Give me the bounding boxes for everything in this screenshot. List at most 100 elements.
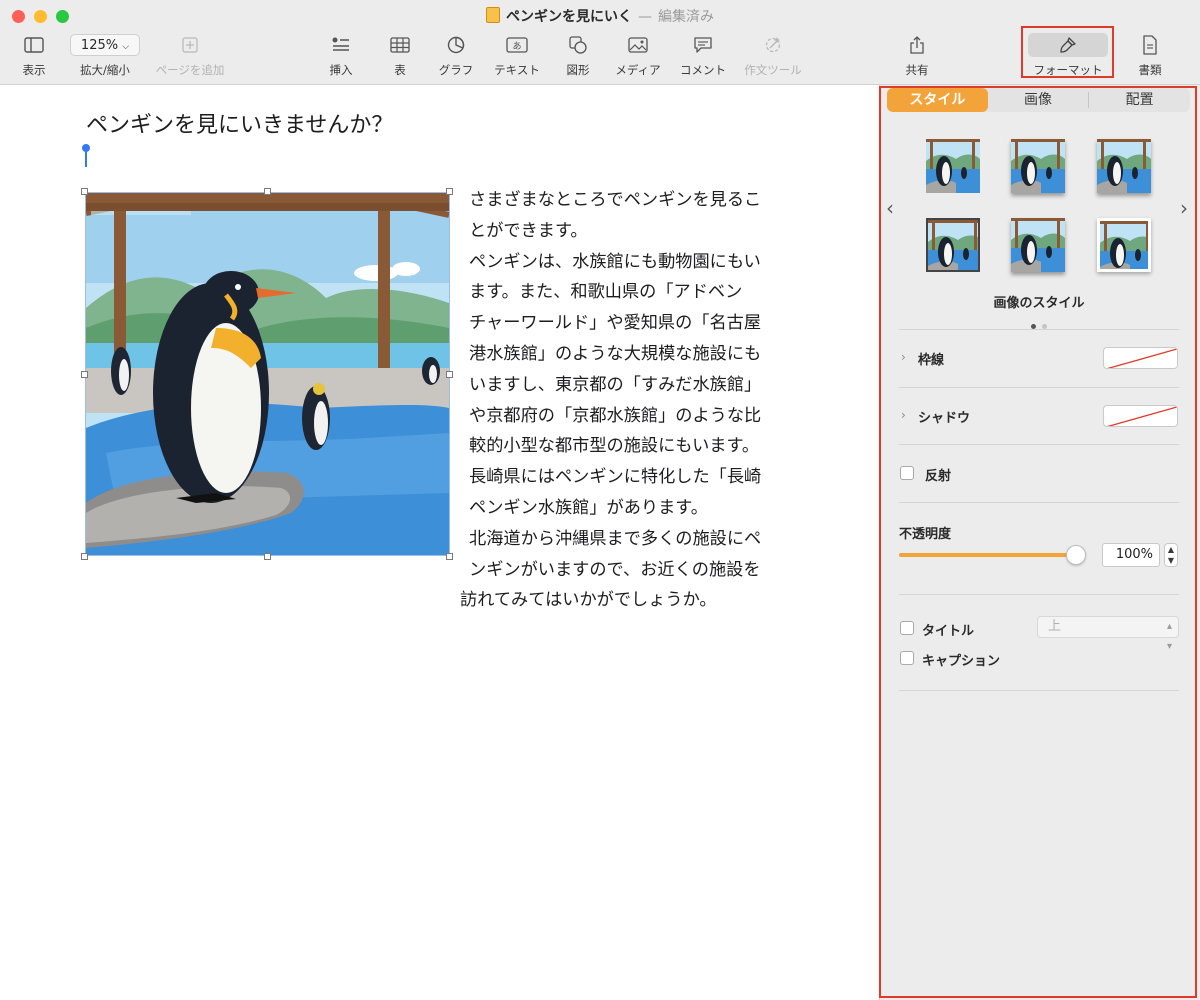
comment-label: コメント — [680, 63, 726, 77]
chevron-down-icon[interactable]: ▼ — [1168, 556, 1174, 565]
text-line: さまざまなところでペンギンを見るこ — [469, 190, 762, 210]
media-label: メディア — [615, 63, 661, 77]
zoom-select[interactable]: 125% ⌵ — [70, 34, 140, 56]
document-name: ペンギンを見にいく — [506, 9, 632, 25]
pages-window: ペンギンを見にいく — 編集済み 表示 125% ⌵ 拡大/縮小 ページを追加 挿入… — [0, 0, 1200, 1000]
zoom-control[interactable]: 125% ⌵ 拡大/縮小 — [70, 34, 140, 78]
tab-style[interactable]: スタイル — [887, 88, 988, 112]
disclosure-chevron-icon[interactable]: › — [901, 350, 906, 364]
format-highlight-box — [1021, 26, 1114, 78]
table-button[interactable]: 表 — [385, 34, 415, 78]
shape-icon — [569, 36, 587, 54]
reflection-checkbox[interactable] — [900, 466, 914, 480]
chevron-right-icon[interactable]: › — [1180, 196, 1188, 220]
selection-handle-bottom[interactable] — [264, 553, 271, 560]
svg-text:あ: あ — [512, 41, 521, 52]
table-icon — [390, 37, 410, 53]
text-box-icon: あ — [506, 37, 528, 53]
image-style-thumbnail[interactable] — [1097, 218, 1151, 272]
comment-button[interactable]: コメント — [678, 34, 728, 78]
insert-button[interactable]: 挿入 — [322, 34, 360, 78]
image-style-thumbnail[interactable] — [926, 218, 980, 272]
photo-icon — [628, 37, 648, 53]
image-style-thumbnail[interactable] — [926, 139, 980, 193]
text-line: とができます。 — [469, 220, 588, 241]
title-separator: — — [638, 9, 652, 25]
opacity-slider[interactable] — [899, 545, 1086, 565]
text-line: や京都府の「京都水族館」のような比 — [469, 405, 762, 426]
title-checkbox[interactable] — [900, 621, 914, 635]
image-style-thumbnail[interactable] — [1011, 139, 1065, 193]
chevron-up-icon[interactable]: ▲ — [1168, 545, 1174, 554]
border-label: 枠線 — [918, 353, 945, 368]
text-line: チャーワールド」や愛知県の「名古屋 — [469, 313, 762, 334]
chevron-left-icon[interactable]: ‹ — [886, 196, 894, 220]
no-fill-icon — [1107, 406, 1177, 426]
add-page-label: ページを追加 — [155, 63, 225, 77]
shape-button[interactable]: 図形 — [563, 34, 593, 78]
text-cursor — [85, 149, 87, 167]
text-line: 訪れてみてはいかがでしょうか。 — [460, 590, 717, 611]
text-line: ます。また、和歌山県の「アドベン — [469, 282, 743, 303]
image-styles-label: 画像のスタイル — [993, 296, 1085, 311]
caption-checkbox[interactable] — [900, 651, 914, 665]
share-icon — [910, 36, 924, 54]
shadow-color-well[interactable] — [1103, 405, 1178, 427]
text-button[interactable]: あ テキスト — [492, 34, 542, 78]
table-label: 表 — [394, 63, 406, 77]
caption-label: キャプション — [922, 654, 1001, 669]
opacity-field[interactable]: 100% — [1102, 543, 1160, 567]
selection-handle-bottom-right[interactable] — [446, 553, 453, 560]
text-line: ペンギンは、水族館にも動物園にもい — [469, 251, 761, 272]
no-fill-icon — [1107, 348, 1177, 368]
opacity-stepper[interactable]: ▲ ▼ — [1164, 543, 1178, 567]
opacity-slider-knob[interactable] — [1066, 545, 1086, 565]
document-button[interactable]: 書類 — [1135, 34, 1165, 78]
tab-image[interactable]: 画像 — [988, 88, 1089, 112]
body-text[interactable]: さまざまなところでペンギンを見るこ とができます。 ペンギンは、水族館にも動物園… — [460, 185, 798, 616]
document-heading[interactable]: ペンギンを見にいきませんか？ — [86, 107, 393, 139]
document-icon — [1143, 35, 1157, 55]
image-style-thumbnail[interactable] — [1011, 218, 1065, 272]
selection-handle-bottom-left[interactable] — [81, 553, 88, 560]
text-line: 長崎県にはペンギンに特化した「長崎 — [469, 467, 762, 488]
toolbar: ペンギンを見にいく — 編集済み 表示 125% ⌵ 拡大/縮小 ページを追加 挿入… — [0, 0, 1200, 85]
text-line: ペンギン水族館」があります。 — [469, 497, 708, 518]
comment-icon — [694, 37, 712, 53]
divider — [899, 444, 1179, 445]
penguin-image[interactable] — [85, 192, 450, 556]
selection-handle-top-left[interactable] — [81, 188, 88, 195]
style-page-indicator[interactable] — [1028, 314, 1050, 333]
selection-handle-top[interactable] — [264, 188, 271, 195]
insert-label: 挿入 — [329, 63, 353, 77]
selection-handle-left[interactable] — [81, 371, 88, 378]
tab-arrange[interactable]: 配置 — [1089, 88, 1190, 112]
selection-handle-right[interactable] — [446, 371, 453, 378]
view-label: 表示 — [22, 63, 46, 77]
inspector-tabs: スタイル 画像 配置 — [887, 88, 1190, 112]
writing-tools-icon — [765, 37, 781, 53]
shape-label: 図形 — [566, 63, 590, 77]
text-line: 較的小型な都市型の施設にもいます。 — [469, 436, 760, 457]
chevron-down-icon: ⌵ — [122, 42, 130, 52]
share-button[interactable]: 共有 — [902, 34, 932, 78]
document-canvas[interactable]: ペンギンを見にいきませんか？ さまざまなところでペンギンを見るこ とができます。… — [0, 85, 878, 1000]
text-label: テキスト — [494, 63, 540, 77]
chevron-updown-icon: ▴ ▾ — [1166, 621, 1172, 652]
title-position-popup[interactable]: 上 ▴ ▾ — [1037, 616, 1179, 652]
zoom-label: 拡大/縮小 — [80, 63, 130, 77]
disclosure-chevron-icon[interactable]: › — [901, 408, 906, 422]
border-color-well[interactable] — [1103, 347, 1178, 369]
writing-tools-button[interactable]: 作文ツール — [742, 34, 804, 78]
window-title: ペンギンを見にいく — 編集済み — [0, 6, 1200, 26]
opacity-slider-fill — [899, 553, 1076, 557]
edited-status: 編集済み — [658, 9, 714, 25]
add-page-button[interactable]: ページを追加 — [150, 34, 230, 78]
view-button[interactable]: 表示 — [14, 34, 54, 78]
selection-handle-top-right[interactable] — [446, 188, 453, 195]
divider — [899, 690, 1179, 691]
chart-button[interactable]: グラフ — [437, 34, 475, 78]
title-position-value: 上 — [1048, 619, 1062, 634]
image-style-thumbnail[interactable] — [1097, 139, 1151, 193]
media-button[interactable]: メディア — [613, 34, 663, 78]
